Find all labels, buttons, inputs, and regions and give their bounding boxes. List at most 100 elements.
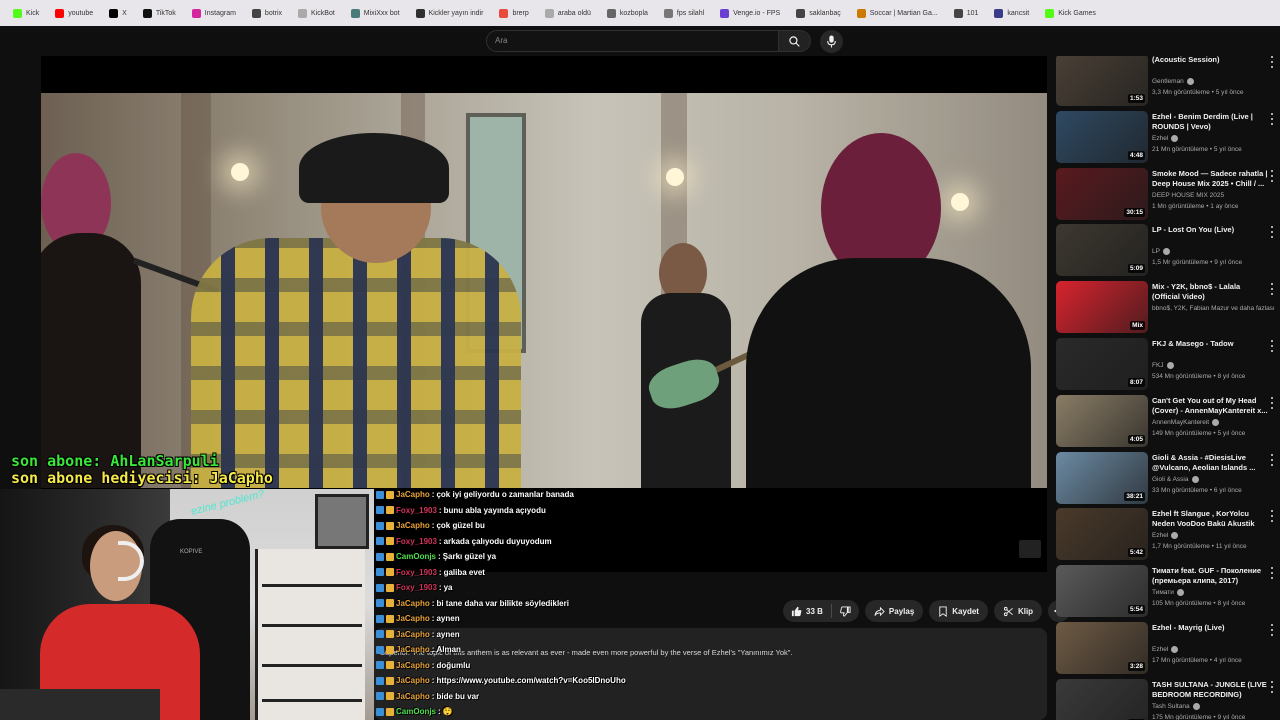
clip-button[interactable]: Klip bbox=[993, 600, 1043, 622]
channel-name[interactable]: Tash Sultana bbox=[1152, 702, 1200, 710]
channel-name[interactable]: FKJ bbox=[1152, 362, 1174, 369]
video-title[interactable]: TASH SULTANA - JUNGLE (LIVE BEDROOM RECO… bbox=[1152, 680, 1270, 700]
bookmark-item[interactable]: X bbox=[102, 3, 134, 23]
bookmark-item[interactable]: Kick bbox=[6, 3, 46, 23]
recommended-video[interactable]: 4:05 Can't Get You out of My Head (Cover)… bbox=[1056, 394, 1280, 447]
more-vertical-icon[interactable] bbox=[1270, 169, 1274, 182]
more-vertical-icon[interactable] bbox=[1270, 453, 1274, 466]
favicon-icon bbox=[606, 8, 616, 18]
video-thumbnail[interactable]: 3:28 bbox=[1056, 622, 1148, 674]
video-frame bbox=[41, 93, 1047, 488]
search-input[interactable]: Ara bbox=[486, 30, 779, 52]
channel-name[interactable]: Ezhel bbox=[1152, 532, 1179, 540]
bookmark-item[interactable]: youtube bbox=[48, 3, 100, 23]
video-thumbnail[interactable]: 4:48 bbox=[1056, 110, 1148, 163]
bookmark-item[interactable]: araba oldü bbox=[538, 3, 598, 23]
bookmark-item[interactable]: MixiXxx bot bbox=[344, 3, 407, 23]
channel-name[interactable]: Тимати bbox=[1152, 589, 1184, 597]
more-vertical-icon[interactable] bbox=[1270, 340, 1274, 352]
bookmark-item[interactable]: TikTok bbox=[136, 3, 183, 23]
recommended-video[interactable]: 5:54 Тимати feat. GUF - Поколение (премье… bbox=[1056, 565, 1280, 618]
chat-username: JaCapho bbox=[396, 598, 430, 608]
more-vertical-icon[interactable] bbox=[1270, 226, 1274, 239]
video-title[interactable]: FKJ & Masego - Tadow bbox=[1152, 339, 1270, 349]
video-thumbnail[interactable]: 38:21 bbox=[1056, 451, 1148, 504]
verified-check-icon bbox=[1171, 532, 1179, 540]
video-thumbnail[interactable]: 5:42 bbox=[1056, 508, 1148, 561]
bookmark-item[interactable]: KickBot bbox=[291, 3, 342, 23]
recommended-video[interactable]: 4:48 Ezhel - Benim Derdim (Live | ROUNDS … bbox=[1056, 110, 1280, 163]
recommended-video[interactable]: 1:53 (Acoustic Session) Gentleman 3,3 Mn gö… bbox=[1056, 56, 1280, 106]
video-title[interactable]: Gioli & Assia - #DiesisLive @Vulcano, Ae… bbox=[1152, 453, 1270, 473]
bookmark-item[interactable]: kozbopla bbox=[600, 3, 655, 23]
bookmark-item[interactable]: Kickler yayın indir bbox=[409, 3, 491, 23]
channel-name[interactable]: Ezhel bbox=[1152, 134, 1179, 142]
more-vertical-icon[interactable] bbox=[1270, 510, 1274, 523]
bookmark-item[interactable]: Venge.io - FPS bbox=[713, 3, 787, 23]
gift-badge-icon bbox=[386, 521, 394, 530]
bookmark-item[interactable]: Kick Games bbox=[1038, 3, 1103, 23]
share-button[interactable]: Paylaş bbox=[864, 600, 924, 622]
video-meta: 1,5 Mr görüntüleme • 9 yıl önce bbox=[1152, 259, 1243, 267]
recommended-video[interactable]: Mix Mix - Y2K, bbno$ - Lalala (Official V… bbox=[1056, 281, 1280, 334]
video-title[interactable]: Тимати feat. GUF - Поколение (премьера к… bbox=[1152, 566, 1270, 586]
more-vertical-icon[interactable] bbox=[1270, 112, 1274, 125]
chat-separator: : bbox=[438, 536, 442, 546]
recommended-video[interactable]: 7:55TASH SULTANA - JUNGLE (LIVE BEDROOM … bbox=[1056, 678, 1280, 720]
video-thumbnail[interactable]: 30:15 bbox=[1056, 167, 1148, 220]
channel-name[interactable]: AnnenMayKantereit bbox=[1152, 418, 1220, 426]
bookmark-item[interactable]: kancsit bbox=[987, 3, 1036, 23]
channel-name[interactable]: Ezhel bbox=[1152, 646, 1179, 653]
bookmark-item[interactable]: saklanbaç bbox=[789, 3, 848, 23]
more-vertical-icon[interactable] bbox=[1270, 396, 1274, 409]
video-title[interactable]: Smoke Mood — Sadece rahatla | Deep House… bbox=[1152, 169, 1270, 189]
dislike-button[interactable] bbox=[832, 600, 859, 622]
bookmark-item[interactable]: Soccar | Martian Ga... bbox=[850, 3, 945, 23]
bookmark-item[interactable]: fps silahl bbox=[657, 3, 711, 23]
video-thumbnail[interactable]: 8:07 bbox=[1056, 338, 1148, 390]
search-button[interactable] bbox=[779, 30, 811, 52]
channel-name[interactable]: DEEP HOUSE MIX 2025 bbox=[1152, 192, 1224, 199]
bookmark-item[interactable]: brerp bbox=[492, 3, 535, 23]
channel-name[interactable]: LP bbox=[1152, 248, 1170, 256]
video-title[interactable]: Can't Get You out of My Head (Cover) - A… bbox=[1152, 396, 1270, 416]
subscriber-badge-icon bbox=[376, 506, 384, 514]
recommended-video[interactable]: 38:21 Gioli & Assia - #DiesisLive @Vulcan… bbox=[1056, 451, 1280, 504]
video-title[interactable]: LP - Lost On You (Live) bbox=[1152, 225, 1270, 235]
video-title[interactable]: (Acoustic Session) bbox=[1152, 56, 1270, 65]
channel-name[interactable]: Gentleman bbox=[1152, 78, 1194, 85]
video-thumbnail[interactable]: Mix bbox=[1056, 281, 1148, 334]
more-vertical-icon[interactable] bbox=[1270, 283, 1274, 296]
chat-separator: : bbox=[431, 660, 435, 670]
bookmark-item[interactable]: botrix bbox=[245, 3, 289, 23]
channel-name[interactable]: bbno$, Y2K, Fabian Mazur ve daha fazlası bbox=[1152, 305, 1275, 312]
recommended-video[interactable]: 5:42 Ezhel ft Slangue , KorYolcu Neden Vo… bbox=[1056, 508, 1280, 561]
more-vertical-icon[interactable] bbox=[1270, 624, 1274, 636]
video-title[interactable]: Ezhel ft Slangue , KorYolcu Neden VooDoo… bbox=[1152, 509, 1270, 529]
channel-watermark[interactable] bbox=[1019, 540, 1041, 558]
video-title[interactable]: Ezhel - Mayrig (Live) bbox=[1152, 623, 1270, 633]
video-title[interactable]: Mix - Y2K, bbno$ - Lalala (Official Vide… bbox=[1152, 282, 1270, 302]
recommended-video[interactable]: 5:09 LP - Lost On You (Live) LP 1,5 Mr görü… bbox=[1056, 224, 1280, 277]
like-button[interactable]: 33 B bbox=[783, 600, 831, 622]
video-title[interactable]: Ezhel - Benim Derdim (Live | ROUNDS | Ve… bbox=[1152, 112, 1270, 132]
subscriber-badge-icon bbox=[376, 599, 384, 607]
video-thumbnail[interactable]: 4:05 bbox=[1056, 394, 1148, 447]
recommended-video[interactable]: 30:15 Smoke Mood — Sadece rahatla | Deep … bbox=[1056, 167, 1280, 220]
bookmark-item[interactable]: Instagram bbox=[185, 3, 243, 23]
more-vertical-icon[interactable] bbox=[1270, 567, 1274, 580]
channel-name[interactable]: Gioli & Assia bbox=[1152, 475, 1199, 483]
subscriber-badge-icon bbox=[376, 552, 384, 561]
video-thumbnail[interactable]: 7:55 bbox=[1056, 678, 1148, 720]
more-vertical-icon[interactable] bbox=[1270, 56, 1274, 68]
recommended-video[interactable]: 3:28 Ezhel - Mayrig (Live) Ezhel 17 Mn görü… bbox=[1056, 622, 1280, 674]
video-thumbnail[interactable]: 5:54 bbox=[1056, 565, 1148, 618]
save-button[interactable]: Kaydet bbox=[929, 600, 988, 622]
recommended-video[interactable]: 8:07 FKJ & Masego - Tadow FKJ 534 Mn görünt… bbox=[1056, 338, 1280, 390]
bookmark-item[interactable]: 101 bbox=[947, 3, 986, 23]
voice-search-button[interactable] bbox=[820, 30, 843, 53]
video-thumbnail[interactable]: 1:53 bbox=[1056, 56, 1148, 106]
chat-username: Foxy_1903 bbox=[396, 583, 437, 592]
more-vertical-icon[interactable] bbox=[1270, 680, 1274, 693]
video-thumbnail[interactable]: 5:09 bbox=[1056, 224, 1148, 277]
